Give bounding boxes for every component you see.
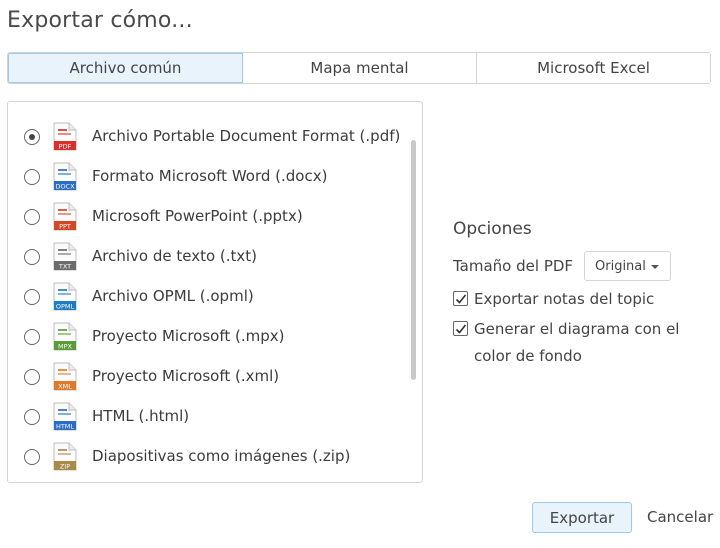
dialog-title: Exportar cómo... xyxy=(7,8,193,33)
format-radio[interactable] xyxy=(24,289,40,305)
pptx-file-icon: PPT xyxy=(53,202,77,231)
caret-down-icon xyxy=(651,265,659,269)
format-option-txt[interactable]: TXT Archivo de texto (.txt) xyxy=(8,237,408,277)
svg-text:PDF: PDF xyxy=(59,143,72,151)
svg-text:MPX: MPX xyxy=(58,343,73,351)
list-scrollbar[interactable] xyxy=(411,140,416,380)
export-button[interactable]: Exportar xyxy=(532,502,632,533)
opml-file-icon: OPML xyxy=(53,282,77,311)
pdf-size-value: Original xyxy=(595,258,646,274)
svg-text:DOCX: DOCX xyxy=(55,183,75,191)
background-label-line2: color de fondo xyxy=(474,347,582,365)
format-radio[interactable] xyxy=(24,409,40,425)
tab-mapa-mental[interactable]: Mapa mental xyxy=(243,53,477,83)
format-list: PDF Archivo Portable Document Format (.pd… xyxy=(7,101,423,483)
tab-archivo-comun[interactable]: Archivo común xyxy=(8,53,243,83)
format-label: Proyecto Microsoft (.xml) xyxy=(92,367,280,385)
format-radio[interactable] xyxy=(24,249,40,265)
options-title: Opciones xyxy=(453,219,532,239)
svg-text:HTML: HTML xyxy=(56,423,74,431)
background-row[interactable]: Generar el diagrama con el color de fond… xyxy=(453,316,703,370)
html-file-icon: HTML xyxy=(53,402,77,431)
export-notes-row[interactable]: Exportar notas del topic xyxy=(453,286,693,313)
cancel-button[interactable]: Cancelar xyxy=(647,508,713,526)
format-radio[interactable] xyxy=(24,169,40,185)
svg-text:ZIP: ZIP xyxy=(60,463,70,471)
format-radio[interactable] xyxy=(24,209,40,225)
background-checkbox[interactable] xyxy=(453,321,468,336)
format-label: Proyecto Microsoft (.mpx) xyxy=(92,327,285,345)
format-option-docx[interactable]: DOCX Formato Microsoft Word (.docx) xyxy=(8,157,408,197)
format-option-opml[interactable]: OPML Archivo OPML (.opml) xyxy=(8,277,408,317)
export-notes-label: Exportar notas del topic xyxy=(474,290,655,308)
format-label: Archivo de texto (.txt) xyxy=(92,247,258,265)
pdf-size-label: Tamaño del PDF xyxy=(453,257,574,275)
format-tabs: Archivo común Mapa mental Microsoft Exce… xyxy=(7,52,711,84)
txt-file-icon: TXT xyxy=(53,242,77,271)
format-radio[interactable] xyxy=(24,329,40,345)
mpx-file-icon: MPX xyxy=(53,322,77,351)
pdf-file-icon: PDF xyxy=(53,122,77,151)
format-option-xml[interactable]: XML Proyecto Microsoft (.xml) xyxy=(8,357,408,397)
format-label: Microsoft PowerPoint (.pptx) xyxy=(92,207,303,225)
svg-text:PPT: PPT xyxy=(59,223,71,231)
format-label: Diapositivas como imágenes (.zip) xyxy=(92,447,351,465)
zip-file-icon: ZIP xyxy=(53,442,77,471)
format-option-ppt[interactable]: PPT Microsoft PowerPoint (.pptx) xyxy=(8,197,408,237)
svg-text:TXT: TXT xyxy=(58,263,71,271)
docx-file-icon: DOCX xyxy=(53,162,77,191)
pdf-size-select[interactable]: Original xyxy=(584,251,671,281)
format-label: Archivo Portable Document Format (.pdf) xyxy=(92,127,401,145)
xml-file-icon: XML xyxy=(53,362,77,391)
format-radio[interactable] xyxy=(24,449,40,465)
format-option-pdf[interactable]: PDF Archivo Portable Document Format (.pd… xyxy=(8,117,408,157)
format-option-zip[interactable]: ZIP Diapositivas como imágenes (.zip) xyxy=(8,437,408,477)
checkmark-icon xyxy=(455,294,467,304)
format-option-mpx[interactable]: MPX Proyecto Microsoft (.mpx) xyxy=(8,317,408,357)
background-label-line1: Generar el diagrama con el xyxy=(474,320,680,338)
format-label: Formato Microsoft Word (.docx) xyxy=(92,167,328,185)
format-radio[interactable] xyxy=(24,129,40,145)
tab-microsoft-excel[interactable]: Microsoft Excel xyxy=(477,53,710,83)
format-option-html[interactable]: HTML HTML (.html) xyxy=(8,397,408,437)
svg-text:OPML: OPML xyxy=(56,303,75,311)
checkmark-icon xyxy=(455,324,467,334)
export-notes-checkbox[interactable] xyxy=(453,291,468,306)
svg-text:XML: XML xyxy=(58,383,72,391)
format-label: Archivo OPML (.opml) xyxy=(92,287,254,305)
format-radio[interactable] xyxy=(24,369,40,385)
format-label: HTML (.html) xyxy=(92,407,190,425)
